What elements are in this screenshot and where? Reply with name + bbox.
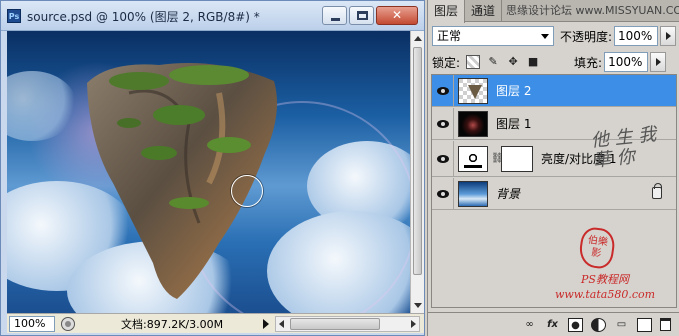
opacity-slider-button[interactable] [660, 26, 676, 46]
document-titlebar[interactable]: Ps source.psd @ 100% (图层 2, RGB/8#) * ✕ [1, 1, 424, 31]
opacity-field[interactable]: 100% [614, 26, 658, 46]
eye-icon [436, 119, 449, 128]
lock-row: 锁定: ✎ ✥ ■ 填充: 100% [432, 52, 676, 72]
fill-field[interactable]: 100% [604, 52, 649, 72]
eye-icon [436, 86, 449, 95]
adjustment-thumbnail [458, 145, 488, 172]
document-title: source.psd @ 100% (图层 2, RGB/8#) * [27, 10, 260, 24]
layers-panel-footer: ∞ fx ● ▭ [428, 312, 679, 336]
site-watermark-title: PS教程网 [581, 273, 629, 286]
lock-icon [652, 183, 662, 199]
close-icon: ✕ [391, 8, 403, 22]
status-bar: 100% 文档:897.2K/3.00M [7, 313, 424, 333]
minimize-button[interactable] [322, 6, 347, 25]
scroll-right-icon[interactable] [411, 319, 416, 328]
document-window: Ps source.psd @ 100% (图层 2, RGB/8#) * ✕ [0, 0, 425, 336]
scroll-left-icon[interactable] [279, 319, 284, 328]
layer-name: 图层 1 [496, 117, 532, 131]
chevron-down-icon [540, 34, 549, 39]
opacity-label: 不透明度: [559, 29, 613, 44]
site-watermark: PS教程网 www.tata580.com [540, 272, 670, 302]
layer-row-layer-2[interactable]: 图层 2 [432, 75, 676, 107]
horizontal-scrollbar[interactable] [275, 315, 420, 332]
visibility-toggle[interactable] [432, 75, 454, 106]
status-info-icon[interactable] [61, 316, 75, 331]
blend-mode-select[interactable]: 正常 [432, 26, 554, 46]
visibility-toggle[interactable] [432, 141, 454, 176]
calligraphy-watermark: 他 生 我 華 你 [589, 123, 658, 172]
window-controls: ✕ [322, 6, 418, 25]
folder-icon[interactable]: ▭ [614, 318, 629, 332]
canvas[interactable] [7, 31, 410, 313]
layer-thumbnail [458, 110, 488, 137]
tab-channels[interactable]: 通道 [465, 0, 503, 22]
fx-icon[interactable]: fx [545, 318, 560, 332]
lock-position-icon[interactable]: ✥ [506, 55, 520, 69]
eye-icon [436, 189, 449, 198]
fill-label: 填充: [574, 55, 603, 70]
vertical-scrollbar[interactable] [410, 31, 424, 313]
lock-label: 锁定: [432, 55, 461, 70]
layer-thumbnail [458, 77, 488, 104]
chain-link-icon[interactable]: ⛓ [491, 153, 504, 164]
layer-name: 背景 [496, 187, 521, 201]
lock-transparency-icon[interactable] [466, 55, 481, 69]
layer-name: 图层 2 [496, 84, 532, 98]
adjustment-icon[interactable] [591, 317, 606, 332]
layer-row-background[interactable]: 背景 [432, 178, 676, 210]
layer-mask-thumbnail[interactable] [501, 145, 533, 172]
link-icon[interactable]: ∞ [522, 318, 537, 332]
new-layer-icon[interactable] [637, 317, 652, 332]
photoshop-icon: Ps [7, 9, 21, 23]
visibility-toggle[interactable] [432, 178, 454, 209]
mask-icon[interactable]: ● [568, 317, 583, 332]
scroll-up-icon[interactable] [414, 36, 422, 41]
close-button[interactable]: ✕ [376, 6, 418, 25]
lock-pixels-icon[interactable]: ✎ [486, 55, 500, 69]
blend-mode-value: 正常 [437, 29, 462, 43]
blend-row: 正常 不透明度: 100% [432, 26, 676, 46]
maximize-icon [357, 11, 368, 20]
lock-all-icon[interactable]: ■ [526, 55, 540, 69]
brush-cursor [231, 175, 263, 207]
tab-layers[interactable]: 图层 [428, 0, 466, 23]
visibility-toggle[interactable] [432, 108, 454, 139]
panel-tabs: 图层 通道 思缘设计论坛 www.MISSYUAN.COM [428, 0, 679, 23]
maximize-button[interactable] [349, 6, 374, 25]
scroll-down-icon[interactable] [414, 303, 422, 308]
site-watermark-url: www.tata580.com [554, 288, 656, 301]
forum-watermark: 思缘设计论坛 www.MISSYUAN.COM [506, 4, 679, 17]
trash-icon[interactable] [660, 318, 671, 331]
eye-icon [436, 154, 449, 163]
horizontal-scroll-thumb[interactable] [290, 317, 380, 330]
minimize-icon [331, 18, 340, 21]
document-info: 文档:897.2K/3.00M [121, 317, 224, 331]
contrast-bar-icon [464, 164, 482, 168]
zoom-field[interactable]: 100% [9, 315, 55, 332]
layer-thumbnail [458, 180, 488, 207]
fill-slider-button[interactable] [650, 52, 667, 72]
status-menu-arrow-icon[interactable] [263, 318, 269, 329]
brightness-icon [467, 151, 479, 164]
vertical-scroll-thumb[interactable] [413, 47, 422, 275]
